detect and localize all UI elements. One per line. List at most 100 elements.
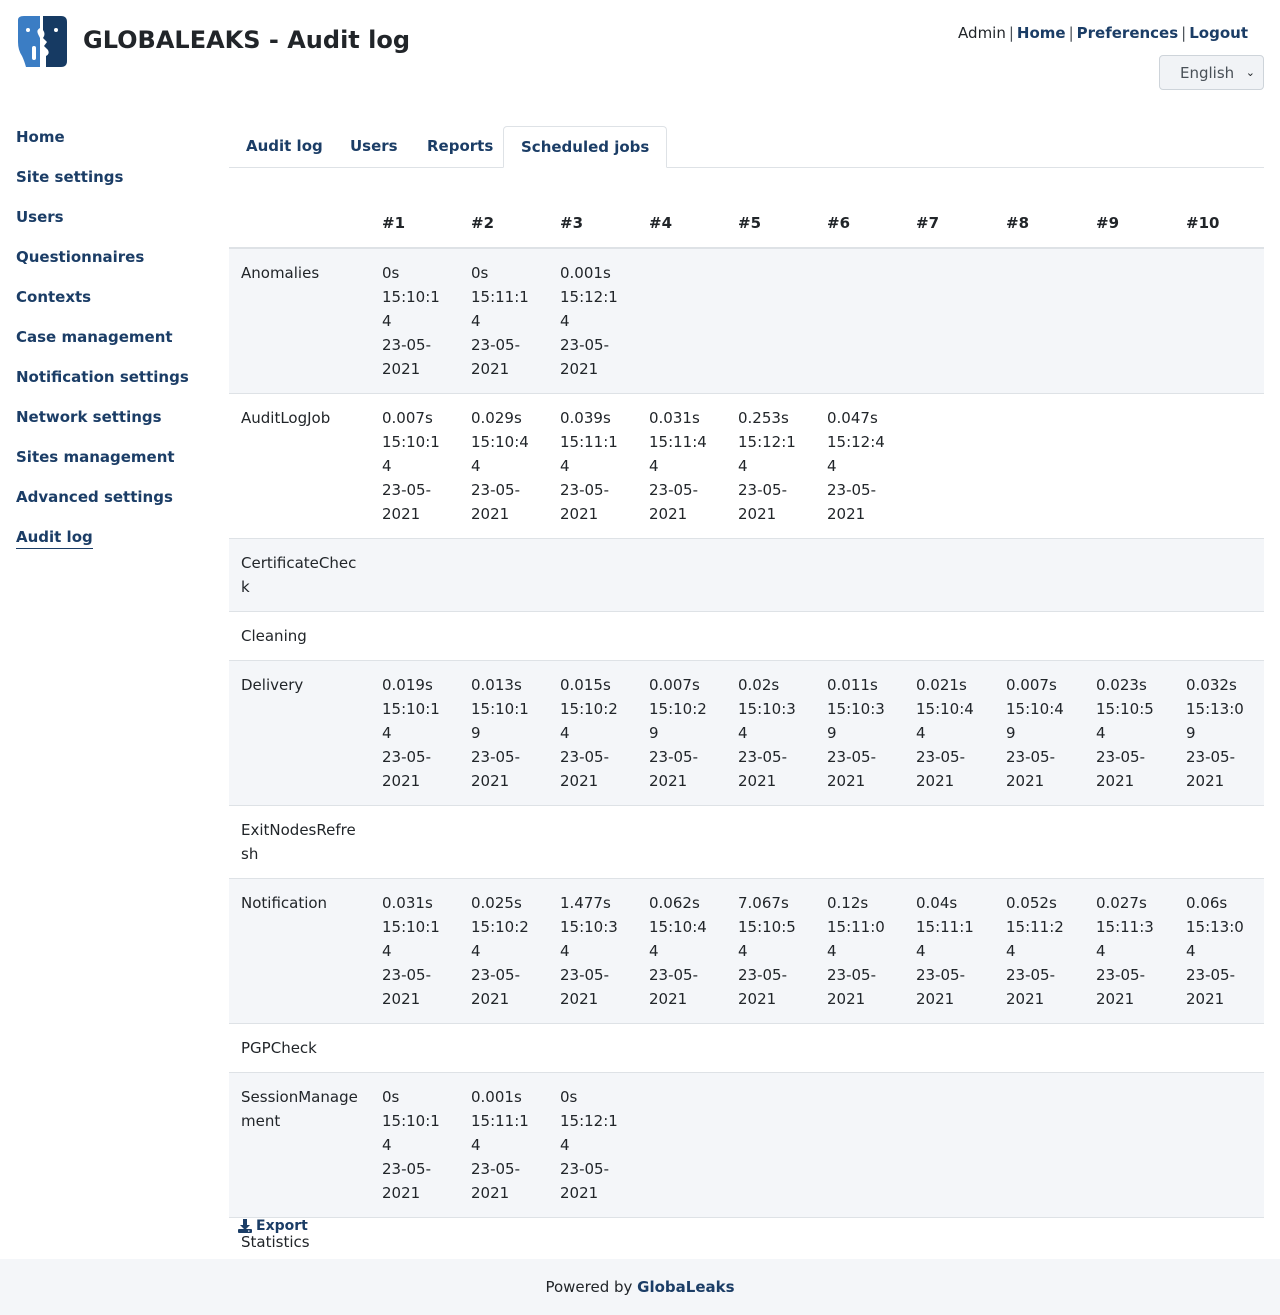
run-date: 23-05-2021 [382, 481, 431, 523]
sidebar-item-label: Site settings [16, 168, 124, 186]
run-date: 23-05-2021 [649, 748, 698, 790]
language-select-value: English [1180, 63, 1235, 82]
job-run-cell: 0.007s 15:10:49 23-05-2021 [994, 660, 1084, 806]
tab-scheduled-jobs[interactable]: Scheduled jobs [503, 126, 668, 168]
sidebar-item-advanced-settings[interactable]: Advanced settings [16, 486, 216, 526]
job-run-cell: 0.031s 15:10:14 23-05-2021 [370, 878, 459, 1024]
job-run-cell [904, 538, 994, 612]
job-run-cell [815, 805, 904, 879]
job-run-cell [994, 805, 1084, 879]
nav-separator: | [1181, 24, 1187, 42]
column-header-run: #2 [459, 199, 548, 249]
job-run-cell [1174, 247, 1264, 394]
sidebar-item-audit-log[interactable]: Audit log [16, 526, 216, 566]
sidebar-item-case-management[interactable]: Case management [16, 326, 216, 366]
scheduled-jobs-table: #1 #2 #3 #4 #5 #6 #7 #8 #9 #10 Anomalies 0s 15:10:1… [229, 199, 1264, 1315]
column-header-run: #3 [548, 199, 637, 249]
run-duration: 0.039s [560, 409, 611, 427]
table-row: Anomalies 0s 15:10:14 23-05-2021 0s 15:11:14 2… [229, 247, 1264, 394]
table-row: CertificateCheck [229, 538, 1264, 612]
job-run-cell [815, 1072, 904, 1218]
tab-audit-log[interactable]: Audit log [229, 126, 340, 168]
language-select[interactable]: English ⌄ [1159, 55, 1264, 90]
sidebar-item-label: Case management [16, 328, 173, 346]
footer: Powered by GlobaLeaks [0, 1259, 1280, 1315]
page-title: GLOBALEAKS - Audit log [83, 26, 411, 54]
run-duration: 0.007s [382, 409, 433, 427]
sidebar-item-sites-management[interactable]: Sites management [16, 446, 216, 486]
run-duration: 0s [560, 1088, 578, 1106]
job-run-cell [637, 538, 726, 612]
job-run-cell [637, 611, 726, 661]
run-date: 23-05-2021 [1096, 748, 1145, 790]
sidebar-item-contexts[interactable]: Contexts [16, 286, 216, 326]
run-time: 15:10:39 [827, 700, 885, 742]
job-run-cell: 0.031s 15:11:44 23-05-2021 [637, 393, 726, 539]
sidebar-item-users[interactable]: Users [16, 206, 216, 246]
job-run-cell: 0.007s 15:10:29 23-05-2021 [637, 660, 726, 806]
sidebar-item-label: Audit log [16, 528, 93, 549]
run-time: 15:11:14 [560, 433, 618, 475]
job-run-cell [1174, 1072, 1264, 1218]
job-run-cell [548, 805, 637, 879]
job-run-cell: 0.023s 15:10:54 23-05-2021 [1084, 660, 1174, 806]
export-label: Export [256, 1218, 308, 1234]
run-date: 23-05-2021 [738, 748, 787, 790]
sidebar-item-notification-settings[interactable]: Notification settings [16, 366, 216, 406]
table-row: Notification 0.031s 15:10:14 23-05-2021 0.02… [229, 878, 1264, 1024]
job-run-cell: 0.12s 15:11:04 23-05-2021 [815, 878, 904, 1024]
sidebar-item-network-settings[interactable]: Network settings [16, 406, 216, 446]
sidebar-item-label: Questionnaires [16, 248, 145, 266]
nav-home-link[interactable]: Home [1017, 24, 1066, 42]
job-run-cell: 0.062s 15:10:44 23-05-2021 [637, 878, 726, 1024]
job-run-cell [637, 805, 726, 879]
nav-logout-link[interactable]: Logout [1189, 24, 1248, 42]
run-date: 23-05-2021 [382, 1160, 431, 1202]
run-duration: 1.477s [560, 894, 611, 912]
run-time: 15:10:14 [382, 918, 440, 960]
run-duration: 0.253s [738, 409, 789, 427]
run-duration: 0s [471, 264, 489, 282]
export-button[interactable]: Export [238, 1216, 308, 1236]
job-run-cell [1174, 611, 1264, 661]
run-date: 23-05-2021 [382, 966, 431, 1008]
sidebar-item-questionnaires[interactable]: Questionnaires [16, 246, 216, 286]
sidebar-item-home[interactable]: Home [16, 126, 216, 166]
run-date: 23-05-2021 [827, 481, 876, 523]
job-run-cell [548, 611, 637, 661]
sidebar-item-site-settings[interactable]: Site settings [16, 166, 216, 206]
column-header-run: #8 [994, 199, 1084, 249]
sidebar-item-label: Users [16, 208, 64, 226]
table-header-row: #1 #2 #3 #4 #5 #6 #7 #8 #9 #10 [229, 199, 1264, 249]
job-run-cell [904, 611, 994, 661]
run-duration: 0.04s [916, 894, 958, 912]
job-run-cell [994, 611, 1084, 661]
run-duration: 0.047s [827, 409, 878, 427]
tab-users[interactable]: Users [333, 126, 415, 168]
nav-preferences-link[interactable]: Preferences [1077, 24, 1179, 42]
job-run-cell [904, 1072, 994, 1218]
job-run-cell [815, 538, 904, 612]
table-row: SessionManagement 0s 15:10:14 23-05-2021 0.0… [229, 1072, 1264, 1218]
footer-globaleaks-link[interactable]: GlobaLeaks [637, 1278, 734, 1296]
run-date: 23-05-2021 [1186, 748, 1235, 790]
run-duration: 0s [382, 264, 400, 282]
run-duration: 0.023s [1096, 676, 1147, 694]
sidebar-item-label: Contexts [16, 288, 92, 306]
job-name: Notification [229, 878, 370, 1024]
sidebar-item-label: Advanced settings [16, 488, 173, 506]
run-duration: 0.029s [471, 409, 522, 427]
job-run-cell: 0.02s 15:10:34 23-05-2021 [726, 660, 815, 806]
run-time: 15:10:14 [382, 1112, 440, 1154]
run-date: 23-05-2021 [649, 481, 698, 523]
tab-reports[interactable]: Reports [410, 126, 510, 168]
sidebar-item-label: Notification settings [16, 368, 189, 386]
job-run-cell: 0.047s 15:12:44 23-05-2021 [815, 393, 904, 539]
job-run-cell [815, 1023, 904, 1073]
run-date: 23-05-2021 [1096, 966, 1145, 1008]
column-header-run: #10 [1174, 199, 1264, 249]
sidebar-item-label: Network settings [16, 408, 162, 426]
job-run-cell [904, 393, 994, 539]
run-duration: 0.019s [382, 676, 433, 694]
run-time: 15:10:14 [382, 700, 440, 742]
